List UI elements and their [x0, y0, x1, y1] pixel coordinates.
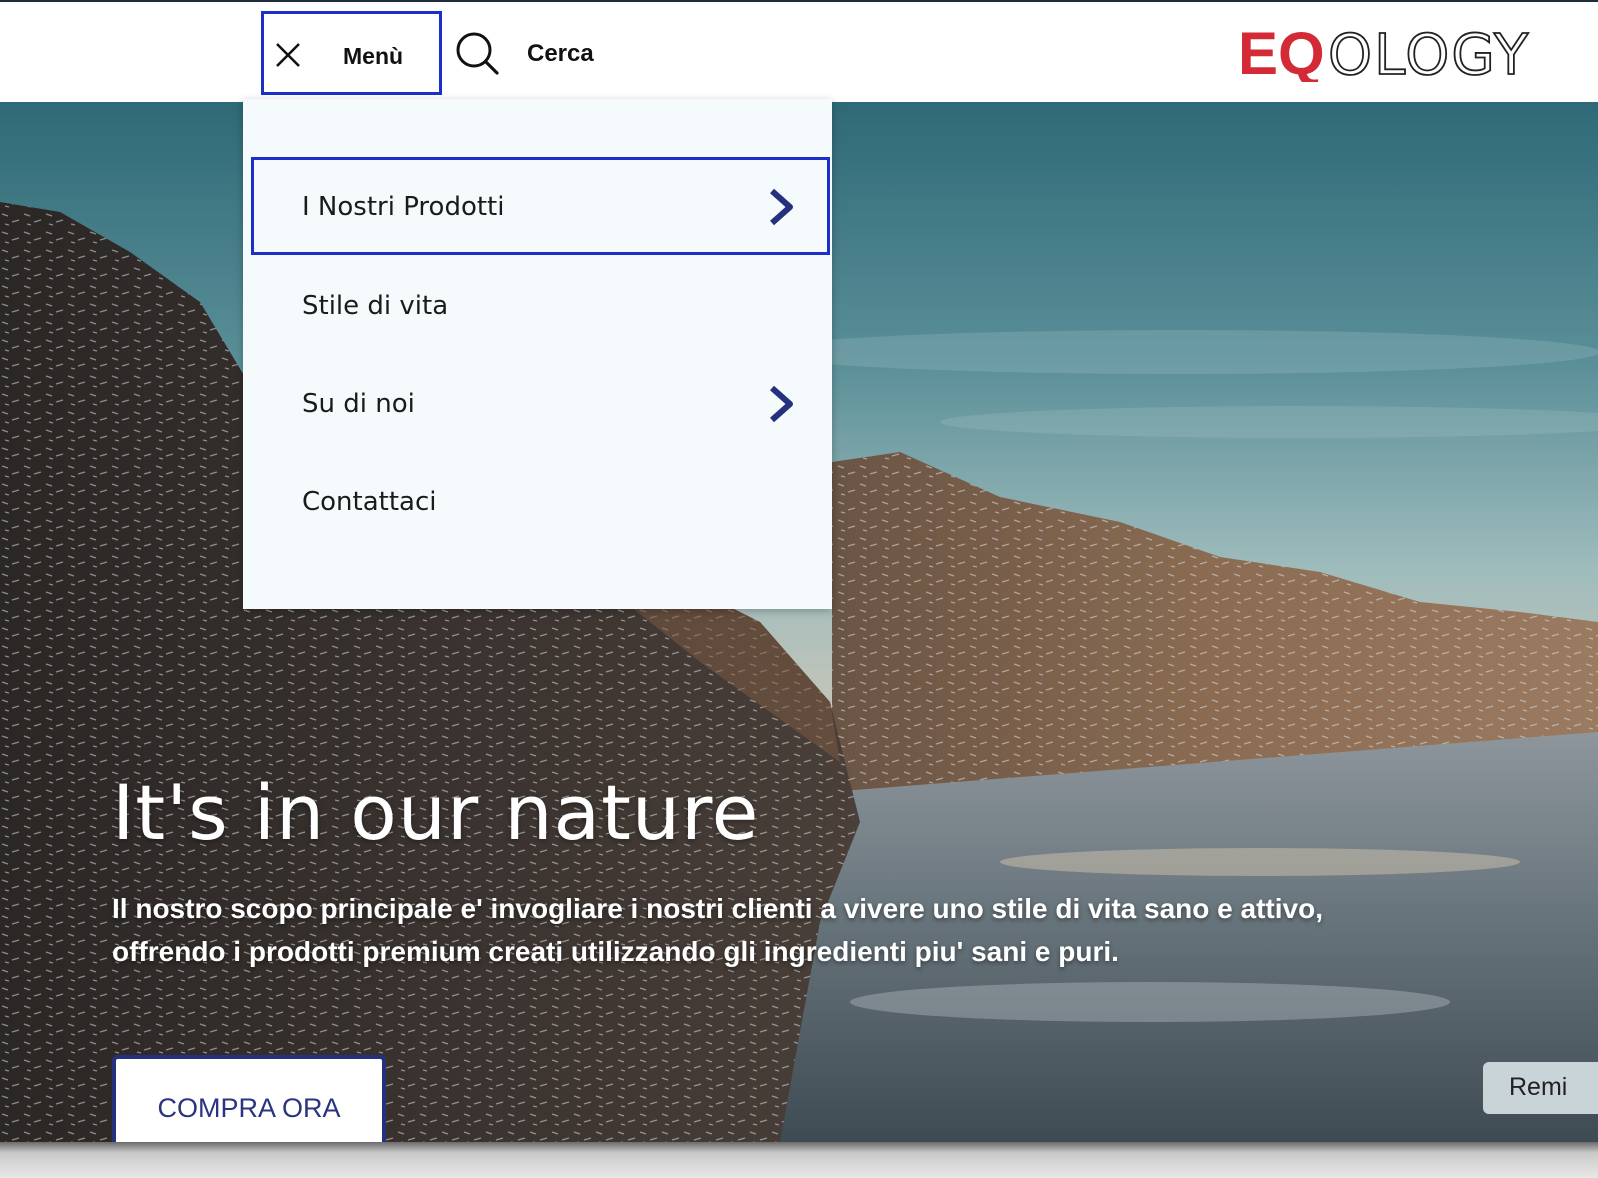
chevron-right-icon — [770, 385, 793, 423]
chevron-right-icon — [770, 188, 793, 226]
site-header: Menù Cerca EQ OLOGY — [0, 0, 1598, 102]
hero-description: Il nostro scopo principale e' invogliare… — [112, 893, 1323, 967]
search-icon[interactable] — [455, 31, 499, 75]
search-link[interactable]: Cerca — [527, 40, 594, 68]
window-bottom-edge — [0, 1142, 1598, 1178]
menu-item-label: Su di noi — [302, 389, 415, 419]
menu-item-contact[interactable]: Contattaci — [243, 452, 832, 550]
menu-item-our-products[interactable]: I Nostri Prodotti — [251, 157, 830, 255]
eqology-logo[interactable]: EQ OLOGY — [1238, 24, 1544, 82]
menu-item-label: I Nostri Prodotti — [302, 192, 505, 222]
menu-item-label: Contattaci — [302, 487, 437, 517]
logo-grey-text: OLOGY — [1328, 24, 1530, 82]
main-nav-dropdown: I Nostri Prodotti Stile di vita Su di no… — [243, 99, 832, 609]
buy-now-button[interactable]: COMPRA ORA — [112, 1055, 386, 1142]
menu-item-label: Stile di vita — [302, 291, 449, 321]
hero-title: It's in our nature — [112, 768, 760, 857]
menu-item-about-us[interactable]: Su di noi — [243, 354, 832, 452]
menu-item-lifestyle[interactable]: Stile di vita — [243, 256, 832, 354]
close-icon — [276, 43, 300, 67]
reminder-button[interactable]: Remi — [1483, 1062, 1598, 1114]
menu-toggle-button[interactable]: Menù — [261, 11, 442, 95]
logo-red-text: EQ — [1238, 24, 1325, 82]
menu-label: Menù — [343, 43, 404, 69]
